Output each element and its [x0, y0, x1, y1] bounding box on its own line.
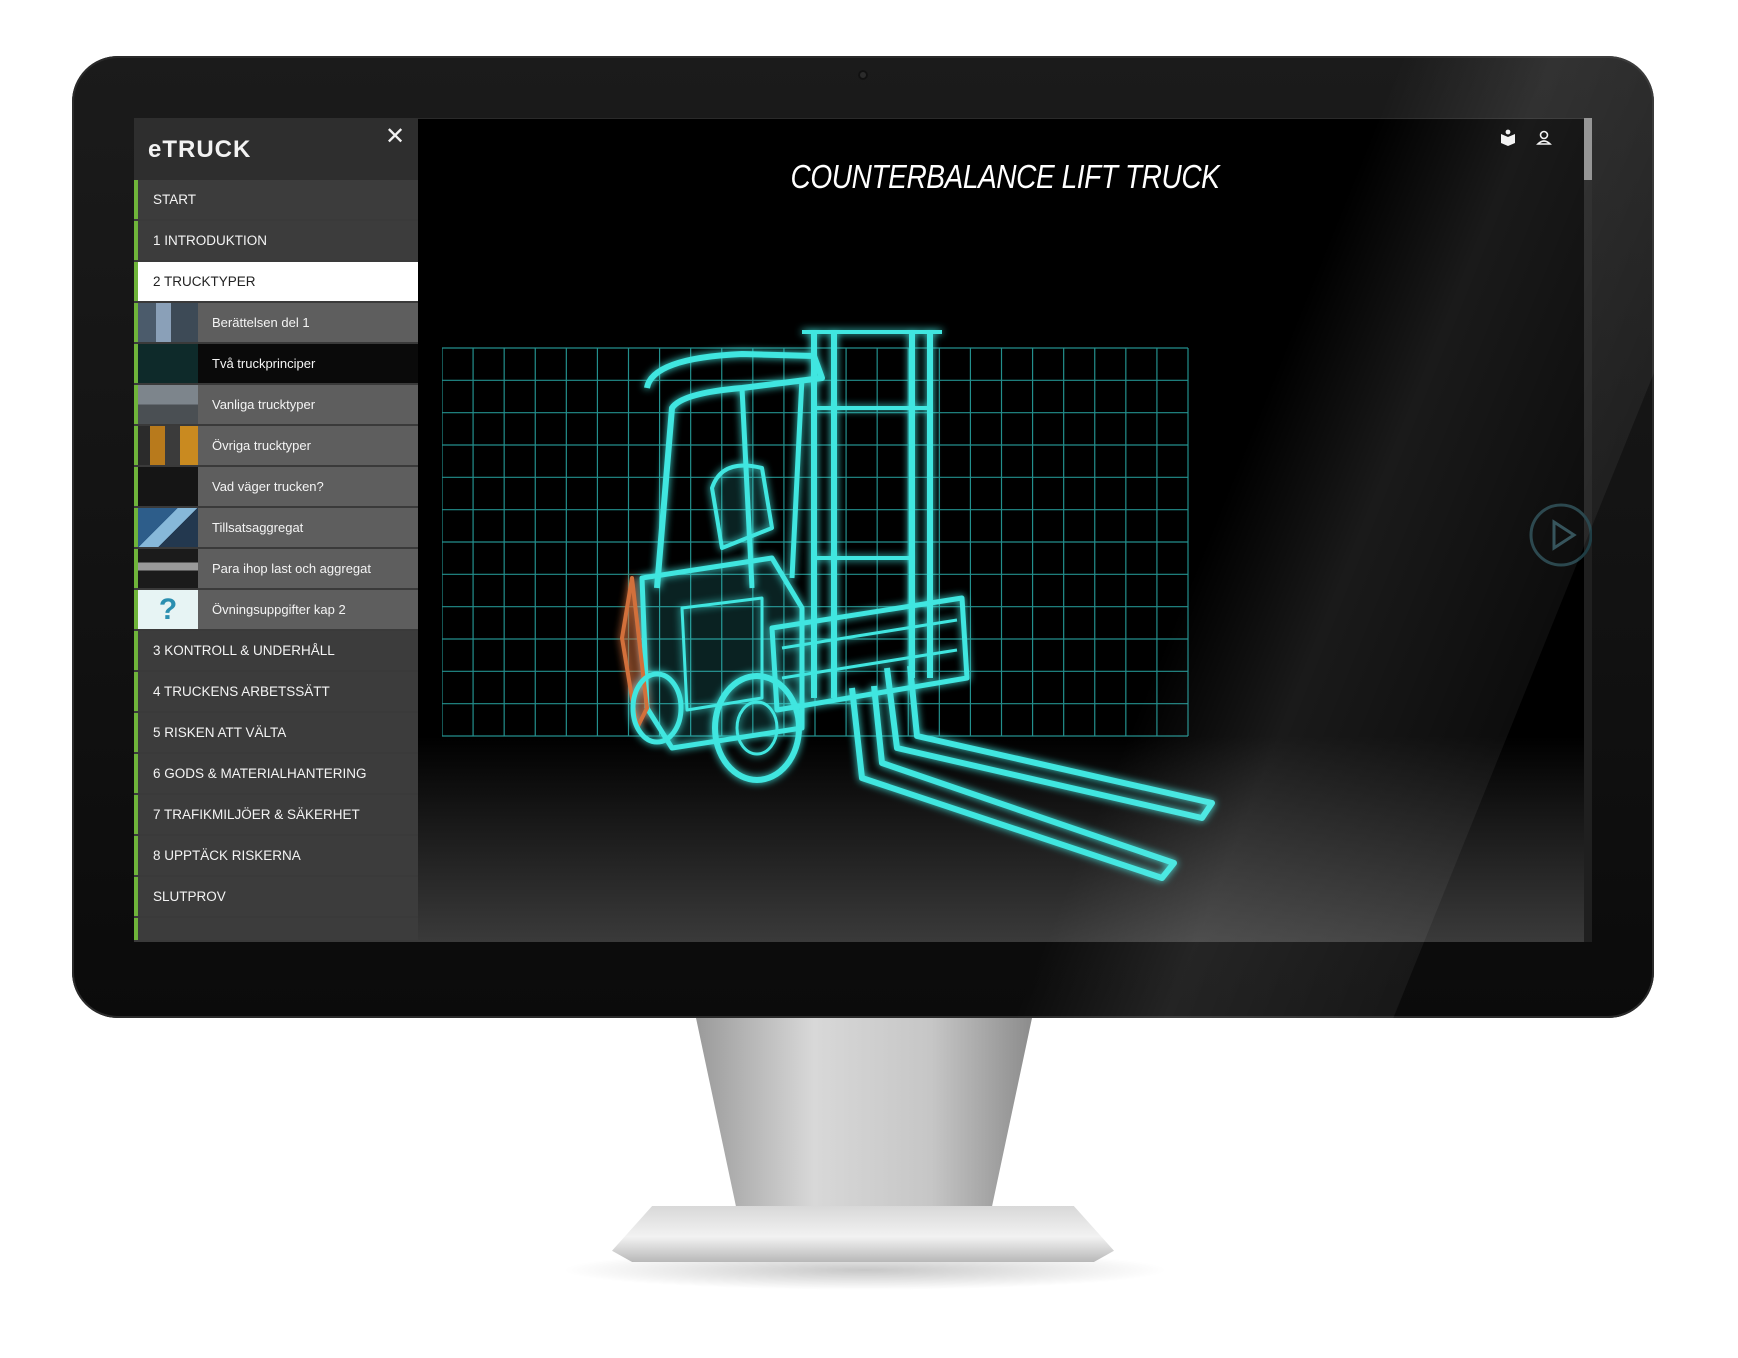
lesson-thumbnail — [138, 303, 198, 342]
hologram-figure — [441, 258, 1502, 923]
lesson-thumbnail — [138, 549, 198, 588]
logo: eTRUCK — [148, 136, 252, 163]
sidebar-subitem-label: Vad väger trucken? — [212, 479, 324, 494]
lesson-thumbnail — [138, 385, 198, 424]
user-icon[interactable] — [1534, 128, 1554, 148]
lesson-thumbnail — [138, 467, 198, 506]
next-button[interactable] — [1526, 500, 1592, 570]
sidebar-subitem-label: Övriga trucktyper — [212, 438, 311, 453]
sidebar-chapter[interactable]: SLUTPROV — [134, 877, 418, 916]
close-icon[interactable]: ✕ — [382, 124, 408, 150]
lesson-thumbnail — [138, 344, 198, 383]
stand-foot — [612, 1206, 1114, 1262]
sidebar-chapter[interactable]: 7 TRAFIKMILJÖER & SÄKERHET — [134, 795, 418, 834]
sidebar-chapter[interactable]: 3 KONTROLL & UNDERHÅLL — [134, 631, 418, 670]
stand-neck — [696, 1018, 1032, 1208]
sidebar-subitem-label: Berättelsen del 1 — [212, 315, 310, 330]
sidebar-subitem-label: Två truckprinciper — [212, 356, 316, 371]
play-icon — [1552, 519, 1577, 551]
top-divider — [418, 118, 1592, 119]
sidebar-chapter[interactable]: START — [134, 180, 418, 219]
sidebar-subitem[interactable]: Para ihop last och aggregat — [134, 549, 418, 588]
sidebar-chapter[interactable]: 6 GODS & MATERIALHANTERING — [134, 754, 418, 793]
sidebar-chapter[interactable]: 4 TRUCKENS ARBETSSÄTT — [134, 672, 418, 711]
sidebar-subitem-label: Övningsuppgifter kap 2 — [212, 602, 346, 617]
scrollbar-thumb[interactable] — [1584, 118, 1592, 180]
sidebar-subitem[interactable]: Övriga trucktyper — [134, 426, 418, 465]
sidebar-subitem-label: Vanliga trucktyper — [212, 397, 316, 412]
brand-bar: eTRUCK ✕ — [134, 118, 418, 180]
sidebar-subitem[interactable]: Vanliga trucktyper — [134, 385, 418, 424]
sidebar-subitem[interactable]: ? Övningsuppgifter kap 2 — [134, 590, 418, 629]
lesson-thumbnail — [138, 508, 198, 547]
sidebar-subitem[interactable]: Berättelsen del 1 — [134, 303, 418, 342]
lesson-thumbnail — [138, 426, 198, 465]
sidebar-chapter[interactable]: 5 RISKEN ATT VÄLTA — [134, 713, 418, 752]
camera-dot — [858, 70, 868, 80]
sidebar-subitem-label: Para ihop last och aggregat — [212, 561, 371, 576]
sidebar-nav: START 1 INTRODUKTION 2 TRUCKTYPER Berättels… — [134, 180, 418, 940]
screen: eTRUCK ✕ START 1 INTRODUKTION 2 TRUCKTYPER… — [134, 118, 1592, 942]
sidebar-footer — [134, 918, 418, 940]
sidebar: eTRUCK ✕ START 1 INTRODUKTION 2 TRUCKTYPER… — [134, 118, 418, 942]
sidebar-subitem[interactable]: Tillsatsaggregat — [134, 508, 418, 547]
lesson-thumbnail: ? — [138, 590, 198, 629]
sidebar-chapter[interactable]: 8 UPPTÄCK RISKERNA — [134, 836, 418, 875]
sidebar-chapter[interactable]: 2 TRUCKTYPER — [134, 262, 418, 301]
book-icon[interactable] — [1498, 128, 1518, 148]
main-content: COUNTERBALANCE LIFT TRUCK — [418, 118, 1592, 942]
forklift-illustration — [620, 330, 1215, 881]
sidebar-chapter[interactable]: 1 INTRODUKTION — [134, 221, 418, 260]
sidebar-subitem[interactable]: Två truckprinciper — [134, 344, 418, 383]
page-title: COUNTERBALANCE LIFT TRUCK — [790, 158, 1220, 195]
sidebar-subitem[interactable]: Vad väger trucken? — [134, 467, 418, 506]
monitor-frame: eTRUCK ✕ START 1 INTRODUKTION 2 TRUCKTYPER… — [72, 56, 1738, 1018]
sidebar-subitem-label: Tillsatsaggregat — [212, 520, 304, 535]
